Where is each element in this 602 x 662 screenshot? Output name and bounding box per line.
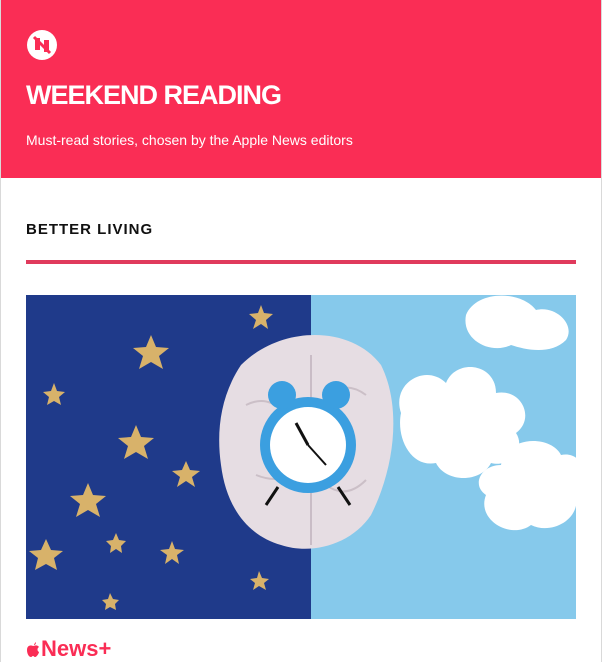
apple-news-icon: [27, 30, 57, 60]
story-image[interactable]: [26, 295, 576, 619]
apple-news-plus-badge: News+: [26, 636, 111, 662]
news-plus-label: News+: [41, 636, 112, 661]
apple-logo-icon: [27, 642, 39, 657]
section-title: BETTER LIVING: [26, 221, 154, 238]
section-divider: [26, 260, 576, 264]
brain-alarm-clock-image: [26, 295, 576, 619]
newsletter-subtitle: Must-read stories, chosen by the Apple N…: [26, 132, 353, 148]
newsletter-title: WEEKEND READING: [26, 80, 282, 110]
newsletter-header: WEEKEND READING Must-read stories, chose…: [1, 0, 601, 178]
